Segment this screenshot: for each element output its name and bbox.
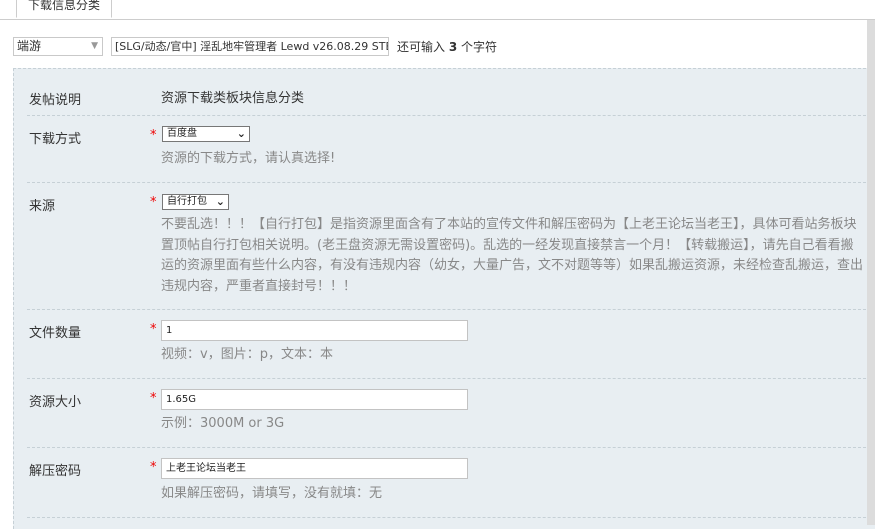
row-source: 来源 * 自行打包 ⌄ 不要乱选！！！【自行打包】是指资源里面含有了本站的宣传文…: [27, 182, 875, 310]
char-counter: 还可输入 3 个字符: [397, 38, 497, 55]
required-mark: *: [150, 391, 157, 406]
resource-size-input[interactable]: 1.65G: [161, 389, 468, 410]
required-mark: *: [150, 322, 157, 337]
filecount-desc: 视频：v，图片：p，文本：本: [161, 347, 333, 362]
chevron-down-icon: ▼: [91, 41, 98, 51]
chevron-down-icon: ⌄: [236, 127, 246, 140]
download-desc: 资源的下载方式，请认真选择!: [161, 151, 336, 166]
page-edge-shadow: [867, 20, 875, 525]
counter-prefix: 还可输入: [397, 40, 446, 54]
required-mark: *: [150, 128, 157, 143]
filecount-label: 文件数量: [29, 326, 82, 341]
size-label: 资源大小: [29, 395, 82, 410]
tab-bar: 下载信息分类: [0, 0, 875, 20]
source-desc-line: 置顶帖自行打包相关说明。(老王盘资源无需设置密码)。乱选的一经发现直接禁言一个月…: [161, 237, 854, 253]
row-resource-size: 资源大小 * 1.65G 示例：3000M or 3G: [27, 378, 875, 448]
source-desc-line: 违规内容，严重者直接封号！！！: [161, 278, 357, 294]
counter-suffix: 个字符: [461, 40, 498, 54]
intro-label: 发帖说明: [29, 93, 82, 108]
post-type-value: 端游: [17, 39, 42, 53]
required-mark: *: [150, 460, 157, 475]
source-desc-line: 运的资源里面有些什么内容，有没有违规内容（幼女，大量广告，文不对题等等）如果乱搬…: [161, 258, 864, 273]
source-value: 自行打包: [167, 196, 207, 207]
file-count-input[interactable]: 1: [161, 320, 468, 341]
row-intro: 发帖说明 资源下载类板块信息分类: [27, 69, 875, 116]
title-input[interactable]: [SLG/动态/官中] 淫乱地牢管理者 Lewd v26.08.29 STEAM: [111, 37, 389, 56]
chevron-down-icon: ⌄: [215, 195, 225, 208]
post-type-select[interactable]: 端游 ▼: [13, 37, 103, 56]
tab-download-info[interactable]: 下载信息分类: [16, 0, 113, 18]
row-download-method: 下载方式 * 百度盘 ⌄ 资源的下载方式，请认真选择!: [27, 115, 875, 183]
unzip-password-input[interactable]: 上老王论坛当老王: [161, 458, 468, 479]
download-label: 下载方式: [29, 132, 82, 147]
source-label: 来源: [29, 199, 56, 214]
size-desc: 示例：3000M or 3G: [161, 416, 285, 431]
download-method-value: 百度盘: [167, 128, 197, 139]
counter-value: 3: [448, 40, 458, 54]
required-mark: *: [150, 195, 157, 210]
source-desc: 不要乱选！！！【自行打包】是指资源里面含有了本站的宣传文件和解压密码为【上老王论…: [161, 215, 863, 297]
intro-value: 资源下载类板块信息分类: [161, 91, 305, 106]
source-select[interactable]: 自行打包 ⌄: [162, 194, 229, 210]
password-desc: 如果解压密码，请填写，没有就填：无: [161, 486, 383, 501]
download-method-select[interactable]: 百度盘 ⌄: [162, 126, 250, 142]
row-file-count: 文件数量 * 1 视频：v，图片：p，文本：本: [27, 309, 875, 379]
source-desc-line: 不要乱选！！！【自行打包】是指资源里面含有了本站的宣传文件和解压密码为【上老王论…: [161, 217, 857, 232]
password-label: 解压密码: [29, 464, 82, 479]
row-unzip-password: 解压密码 * 上老王论坛当老王 如果解压密码，请填写，没有就填：无: [27, 447, 875, 518]
classification-form: 发帖说明 资源下载类板块信息分类 下载方式 * 百度盘 ⌄ 资源的下载方式，请认…: [13, 68, 875, 529]
